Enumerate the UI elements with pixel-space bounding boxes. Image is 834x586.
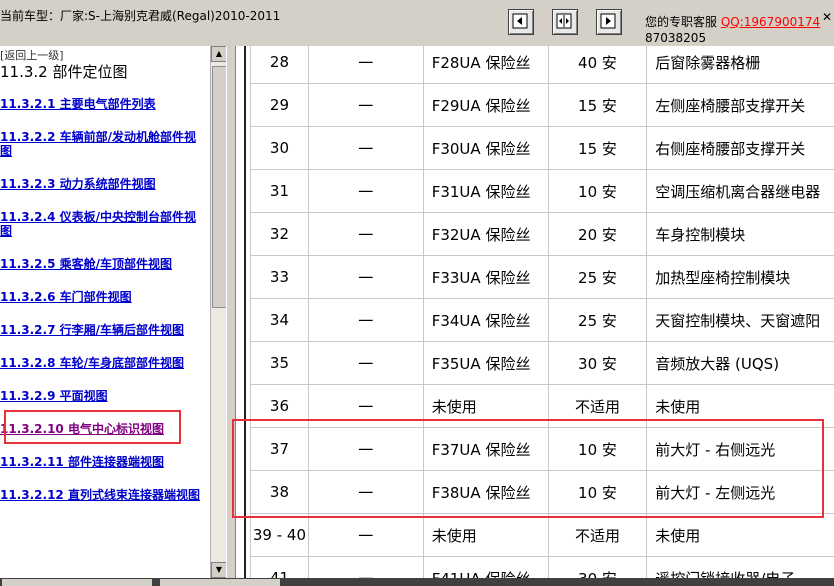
table-cell: 加热型座椅控制模块: [646, 255, 834, 299]
nav-item-wheel-underbody-view[interactable]: 11.3.2.8 车轮/车身底部部件视图: [0, 356, 206, 370]
table-row: 28 一 F28UA 保险丝 40 安后窗除雾器格栅: [250, 46, 834, 84]
split-view-button[interactable]: [552, 9, 578, 35]
table-cell: F28UA 保险丝: [422, 46, 549, 84]
table-row: 31 一 F31UA 保险丝 10 安空调压缩机离合器继电器: [250, 169, 834, 213]
table-cell: 25 安: [547, 298, 648, 342]
table-cell: 一: [307, 513, 424, 557]
table-cell: 一: [307, 46, 424, 84]
table-cell: 车身控制模块: [646, 212, 834, 256]
table-cell: 41: [250, 556, 309, 578]
table-cell: F32UA 保险丝: [422, 212, 549, 256]
table-cell: 后窗除雾器格栅: [646, 46, 834, 84]
nav-item-main-parts-list[interactable]: 11.3.2.1 主要电气部件列表: [0, 97, 206, 111]
scroll-up-icon[interactable]: ▲: [211, 46, 227, 62]
expand-left-button[interactable]: [508, 9, 534, 35]
table-row: 33 一 F33UA 保险丝 25 安加热型座椅控制模块: [250, 255, 834, 299]
nav-item-inline-harness-connector-view[interactable]: 11.3.2.12 直列式线束连接器端视图: [0, 488, 206, 502]
table-cell: 10 安: [547, 169, 648, 213]
table-cell: 右侧座椅腰部支撑开关: [646, 126, 834, 170]
table-row: 32 一 F32UA 保险丝 20 安车身控制模块: [250, 212, 834, 256]
table-row: 41一F41UA 保险丝30 安遥控门锁接收器/电子: [250, 556, 834, 578]
table-cell: 33: [250, 255, 309, 299]
nav-item-cabin-roof-view[interactable]: 11.3.2.5 乘客舱/车顶部件视图: [0, 257, 206, 271]
support-contact: 您的专职客服 QQ:1967900174: [645, 13, 820, 30]
table-cell: 25 安: [547, 255, 648, 299]
navigation-panel: [返回上一级] 11.3.2 部件定位图 11.3.2.1 主要电气部件列表 1…: [0, 46, 210, 578]
highlight-rows-box: [232, 419, 824, 518]
bottom-taskbar: [0, 578, 834, 586]
table-row: 39 - 40 一未使用 不适用 未使用: [250, 513, 834, 557]
table-cell: F41UA 保险丝: [422, 556, 549, 578]
table-cell: 空调压缩机离合器继电器: [646, 169, 834, 213]
arrow-right-icon: [600, 13, 616, 29]
table-cell: 音频放大器 (UQS): [646, 341, 834, 385]
table-cell: 一: [307, 298, 424, 342]
expand-right-button[interactable]: [596, 9, 622, 35]
support-qq-link[interactable]: QQ:1967900174: [721, 15, 820, 29]
car-model-title: 当前车型：厂家:S-上海别克君威(Regal)2010-2011: [0, 9, 281, 23]
table-cell: 一: [307, 212, 424, 256]
nav-item-plan-view[interactable]: 11.3.2.9 平面视图: [0, 389, 206, 403]
table-cell: 天窗控制模块、天窗遮阳: [646, 298, 834, 342]
support-label: 您的专职客服: [645, 15, 718, 29]
table-cell: 28: [250, 46, 309, 84]
table-cell: 32: [250, 212, 309, 256]
table-cell: F33UA 保险丝: [422, 255, 549, 299]
nav-item-connector-end-view[interactable]: 11.3.2.11 部件连接器端视图: [0, 455, 206, 469]
table-cell: 15 安: [547, 83, 648, 127]
table-cell: F30UA 保险丝: [422, 126, 549, 170]
section-title: 11.3.2 部件定位图: [0, 63, 128, 81]
table-cell: F31UA 保险丝: [422, 169, 549, 213]
table-cell: 一: [307, 169, 424, 213]
table-row: 34 一 F34UA 保险丝 25 安天窗控制模块、天窗遮阳: [250, 298, 834, 342]
left-scrollbar[interactable]: ▲ ▼: [210, 46, 227, 578]
table-cell: 15 安: [547, 126, 648, 170]
nav-item-door-view[interactable]: 11.3.2.6 车门部件视图: [0, 290, 206, 304]
top-toolbar: 当前车型：厂家:S-上海别克君威(Regal)2010-2011 您的专职客服 …: [0, 0, 834, 47]
table-cell: 一: [307, 126, 424, 170]
table-cell: 未使用: [422, 513, 549, 557]
nav-item-dashboard-console-view[interactable]: 11.3.2.4 仪表板/中央控制台部件视图: [0, 210, 206, 238]
table-cell: 一: [307, 83, 424, 127]
arrow-left-icon: [512, 13, 528, 29]
scroll-thumb[interactable]: [212, 66, 227, 308]
taskbar-tab[interactable]: [160, 579, 280, 586]
support-number: 87038205: [645, 31, 707, 45]
taskbar-tab[interactable]: [2, 579, 152, 586]
table-cell: 30 安: [547, 341, 648, 385]
close-icon[interactable]: ✕: [822, 10, 834, 24]
nav-item-powertrain-view[interactable]: 11.3.2.3 动力系统部件视图: [0, 177, 206, 191]
table-cell: 30: [250, 126, 309, 170]
table-cell: F35UA 保险丝: [422, 341, 549, 385]
table-cell: 35: [250, 341, 309, 385]
table-cell: 40 安: [547, 46, 648, 84]
table-row: 30 一 F30UA 保险丝 15 安右侧座椅腰部支撑开关: [250, 126, 834, 170]
table-cell: 一: [307, 255, 424, 299]
highlight-nav-box: [4, 410, 181, 444]
table-row: 35 一 F35UA 保险丝 30 安音频放大器 (UQS): [250, 341, 834, 385]
table-cell: F29UA 保险丝: [422, 83, 549, 127]
table-cell: 遥控门锁接收器/电子: [646, 556, 834, 578]
split-arrows-icon: [556, 13, 572, 29]
nav-item-trunk-rear-view[interactable]: 11.3.2.7 行李厢/车辆后部件视图: [0, 323, 206, 337]
table-cell: 30 安: [547, 556, 648, 578]
table-cell: 一: [307, 556, 424, 578]
table-cell: 左侧座椅腰部支撑开关: [646, 83, 834, 127]
table-cell: 不适用: [547, 513, 648, 557]
table-cell: 20 安: [547, 212, 648, 256]
table-cell: 31: [250, 169, 309, 213]
table-row: 29 一 F29UA 保险丝 15 安左侧座椅腰部支撑开关: [250, 83, 834, 127]
table-cell: 29: [250, 83, 309, 127]
nav-item-front-engine-view[interactable]: 11.3.2.2 车辆前部/发动机舱部件视图: [0, 130, 206, 158]
table-cell: 34: [250, 298, 309, 342]
table-cell: 一: [307, 341, 424, 385]
table-cell: 未使用: [646, 513, 834, 557]
table-cell: F34UA 保险丝: [422, 298, 549, 342]
scroll-down-icon[interactable]: ▼: [211, 562, 227, 578]
table-cell: 39 - 40: [250, 513, 309, 557]
